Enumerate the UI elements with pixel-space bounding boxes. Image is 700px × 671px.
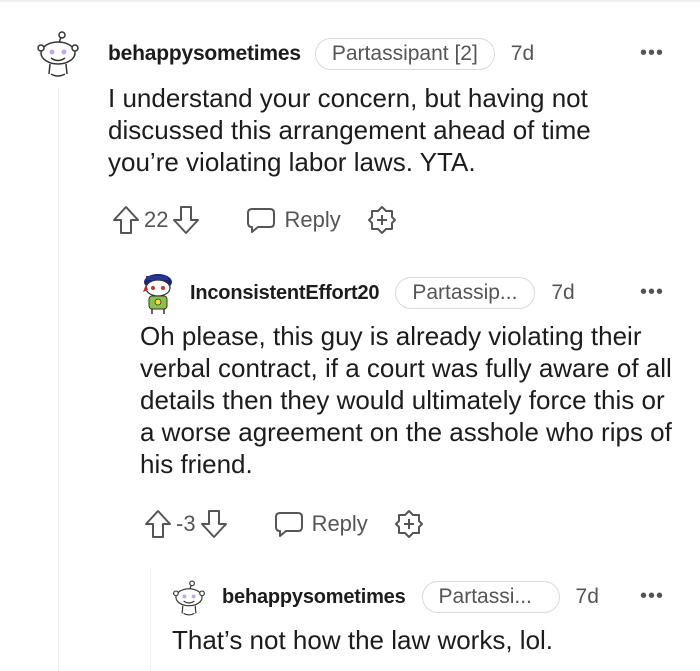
speech-bubble-icon xyxy=(274,512,303,537)
thread-line[interactable] xyxy=(58,88,59,671)
reply-label: Reply xyxy=(284,207,341,232)
comment-body: That’s not how the law works, lol. xyxy=(172,625,554,655)
arrow-down-icon[interactable] xyxy=(200,509,228,539)
username[interactable]: InconsistentEffort20 xyxy=(190,282,380,305)
thread-line[interactable] xyxy=(150,568,151,671)
timestamp[interactable]: 7d xyxy=(511,42,534,66)
arrow-up-icon[interactable] xyxy=(112,205,140,235)
comment-body: Oh please, this guy is already violating… xyxy=(140,321,672,479)
reply-label: Reply xyxy=(311,511,368,536)
user-flair: Partassip... xyxy=(395,277,536,309)
snoo-avatar-icon[interactable] xyxy=(140,272,176,316)
snoo-avatar-icon[interactable] xyxy=(36,28,80,80)
award-plus-icon[interactable] xyxy=(367,205,397,235)
more-options-icon[interactable]: ••• xyxy=(640,585,664,608)
speech-bubble-icon xyxy=(247,208,276,233)
more-options-icon[interactable]: ••• xyxy=(640,42,664,65)
reply-button[interactable]: Reply xyxy=(274,510,368,538)
user-flair: Partassi... xyxy=(421,581,560,613)
top-divider xyxy=(0,0,700,2)
award-plus-icon[interactable] xyxy=(394,509,424,539)
more-options-icon[interactable]: ••• xyxy=(640,281,664,304)
vote-score: -3 xyxy=(176,511,196,536)
arrow-up-icon[interactable] xyxy=(144,509,172,539)
username[interactable]: behappysometimes xyxy=(222,586,406,609)
user-flair: Partassipant [2] xyxy=(314,38,495,70)
reply-button[interactable]: Reply xyxy=(246,206,341,234)
snoo-avatar-icon[interactable] xyxy=(172,578,206,618)
username[interactable]: behappysometimes xyxy=(108,42,301,66)
timestamp[interactable]: 7d xyxy=(576,585,599,609)
vote-score: 22 xyxy=(144,207,169,232)
comment-body: I understand your concern, but having no… xyxy=(108,83,591,177)
arrow-down-icon[interactable] xyxy=(172,205,200,235)
timestamp[interactable]: 7d xyxy=(551,281,574,305)
